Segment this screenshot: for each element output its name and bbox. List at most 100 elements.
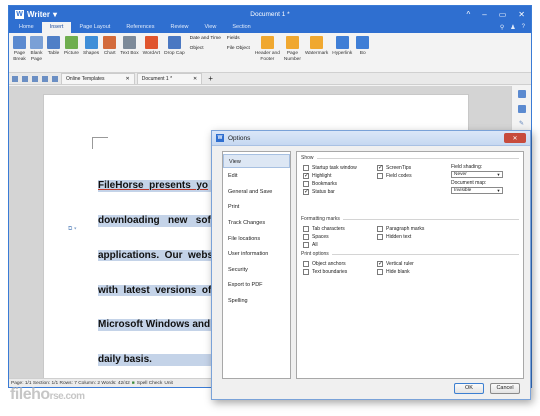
pen-icon[interactable]: ✎: [519, 120, 524, 127]
tab-insert[interactable]: Insert: [41, 22, 72, 33]
spell-check-icon[interactable]: ■: [132, 381, 135, 386]
checkbox-paragraph-marks[interactable]: Paragraph marks: [377, 225, 424, 233]
checkbox-checked-icon[interactable]: [303, 188, 309, 195]
style-icon[interactable]: [517, 90, 526, 98]
tab-document-1[interactable]: Document 1 * ✕: [136, 73, 203, 85]
checkbox-unchecked-icon[interactable]: [303, 261, 309, 267]
nav-item-print[interactable]: Print: [223, 200, 290, 214]
ribbon-button-chart[interactable]: Chart: [101, 36, 118, 57]
app-menu-button[interactable]: W Writer ▾: [15, 9, 57, 19]
maximize-icon[interactable]: ▭: [499, 10, 507, 19]
checkbox-hidden-text[interactable]: Hidden text: [377, 233, 424, 241]
checkbox-checked-icon[interactable]: [303, 172, 309, 179]
print-icon[interactable]: [32, 75, 38, 82]
checkbox-unchecked-icon[interactable]: [303, 269, 309, 275]
checkbox-status-bar[interactable]: Status bar: [303, 188, 357, 196]
checkbox-object-anchors[interactable]: Object anchors: [303, 260, 347, 268]
save-icon[interactable]: [22, 75, 28, 82]
checkbox-highlight[interactable]: Highlight: [303, 172, 357, 180]
checkbox-bookmarks[interactable]: Bookmarks: [303, 180, 357, 188]
ribbon-button-drop-cap[interactable]: Drop Cap: [162, 36, 187, 57]
window-title: Document 1 *: [250, 10, 290, 18]
format-icon[interactable]: [517, 105, 526, 113]
paragraph-handle-icon[interactable]: ⧉ ▾: [68, 226, 76, 233]
ribbon-button-text-box[interactable]: Text Box: [118, 36, 140, 57]
checkbox-unchecked-icon[interactable]: [303, 165, 309, 171]
checkbox-checked-icon[interactable]: [377, 164, 383, 171]
field-shading-select[interactable]: Never ▼: [451, 171, 503, 178]
checkbox-label: Highlight: [312, 173, 332, 179]
redo-icon[interactable]: [52, 75, 58, 82]
ribbon-button-blank[interactable]: Blank Page: [28, 36, 45, 62]
close-tab-icon[interactable]: ✕: [126, 74, 130, 85]
help-icon[interactable]: ?: [522, 24, 525, 31]
account-icon[interactable]: ♟: [510, 24, 515, 31]
tab-view[interactable]: View: [197, 22, 225, 33]
ribbon-inline-date-and-time[interactable]: Date and Time: [190, 36, 221, 41]
ribbon-inline-object[interactable]: Object: [190, 46, 221, 51]
checkbox-screentips[interactable]: ScreenTips: [377, 164, 412, 172]
minimize-icon[interactable]: –: [482, 10, 486, 19]
ribbon-inline-fields[interactable]: Fields: [227, 36, 250, 41]
checkbox-checked-icon[interactable]: [377, 260, 383, 267]
document-text[interactable]: FileHorse presents yo downloading new so…: [98, 157, 223, 387]
tab-page-layout[interactable]: Page Layout: [71, 22, 118, 33]
checkbox-startup-task-window[interactable]: Startup task window: [303, 164, 357, 172]
tab-online-templates[interactable]: Online Templates ✕: [61, 73, 135, 84]
ribbon-button-wordart[interactable]: WordArt: [141, 36, 163, 57]
checkbox-tab-characters[interactable]: Tab characters: [303, 225, 345, 233]
ribbon-button-watermark[interactable]: Watermark: [303, 36, 330, 57]
tab-references[interactable]: References: [118, 22, 162, 33]
nav-item-file-locations[interactable]: File locations: [223, 232, 290, 246]
ribbon-button-picture[interactable]: Picture: [62, 36, 81, 57]
nav-item-track-changes[interactable]: Track Changes: [223, 216, 290, 230]
ribbon-button-hyperlink[interactable]: Hyperlink: [330, 36, 354, 57]
nav-item-security[interactable]: Security: [223, 263, 290, 277]
nav-item-export-to-pdf[interactable]: Export to PDF: [223, 278, 290, 292]
close-tab-icon[interactable]: ✕: [193, 74, 197, 85]
checkbox-unchecked-icon[interactable]: [377, 173, 383, 179]
ribbon-button-shapes[interactable]: Shapes: [81, 36, 101, 57]
ribbon-inline-file-object[interactable]: File Object: [227, 46, 250, 51]
checkbox-label: Spaces: [312, 234, 329, 240]
checkbox-spaces[interactable]: Spaces: [303, 233, 345, 241]
ribbon-button-page[interactable]: Page Break: [11, 36, 28, 62]
nav-item-view[interactable]: View: [223, 153, 290, 168]
nav-item-edit[interactable]: Edit: [223, 169, 290, 183]
ribbon-button-table[interactable]: Table: [45, 36, 62, 57]
ok-button[interactable]: OK: [454, 382, 484, 394]
ribbon-inline-group: Date and Time Object: [187, 36, 224, 51]
cancel-button[interactable]: Cancel: [490, 382, 520, 394]
search-icon[interactable]: ⚲: [500, 24, 504, 31]
checkbox-text-boundaries[interactable]: Text boundaries: [303, 268, 347, 276]
checkbox-unchecked-icon[interactable]: [377, 234, 383, 240]
nav-item-general-and-save[interactable]: General and Save: [223, 185, 290, 199]
spell-check-label[interactable]: Spell Check: [137, 381, 163, 386]
new-tab-icon[interactable]: +: [204, 74, 213, 83]
nav-item-user-information[interactable]: User information: [223, 247, 290, 261]
ribbon-button-bo[interactable]: Bo: [354, 36, 371, 57]
checkbox-unchecked-icon[interactable]: [377, 269, 383, 275]
tab-section[interactable]: Section: [224, 22, 258, 33]
unit-label[interactable]: Unit: [164, 381, 173, 386]
checkbox-unchecked-icon[interactable]: [303, 234, 309, 240]
collapse-ribbon-icon[interactable]: ^: [467, 10, 471, 19]
checkbox-unchecked-icon[interactable]: [377, 226, 383, 232]
ribbon-button-page[interactable]: Page Number: [282, 36, 303, 62]
open-icon[interactable]: [12, 75, 18, 82]
nav-item-spelling[interactable]: Spelling: [223, 294, 290, 308]
close-icon[interactable]: ✕: [518, 10, 525, 19]
checkbox-vertical-ruler[interactable]: Vertical ruler: [377, 260, 414, 268]
undo-icon[interactable]: [42, 75, 48, 82]
checkbox-hide-blank[interactable]: Hide blank: [377, 268, 414, 276]
checkbox-unchecked-icon[interactable]: [303, 242, 309, 248]
tab-home[interactable]: Home: [11, 22, 42, 33]
checkbox-unchecked-icon[interactable]: [303, 226, 309, 232]
ribbon-button-header-and[interactable]: Header and Footer: [253, 36, 282, 62]
document-map-select[interactable]: Invisible ▼: [451, 187, 503, 194]
tab-review[interactable]: Review: [162, 22, 196, 33]
checkbox-unchecked-icon[interactable]: [303, 181, 309, 187]
checkbox-all[interactable]: All: [303, 241, 345, 249]
checkbox-field-codes[interactable]: Field codes: [377, 172, 412, 180]
dialog-close-button[interactable]: ✕: [504, 133, 526, 143]
